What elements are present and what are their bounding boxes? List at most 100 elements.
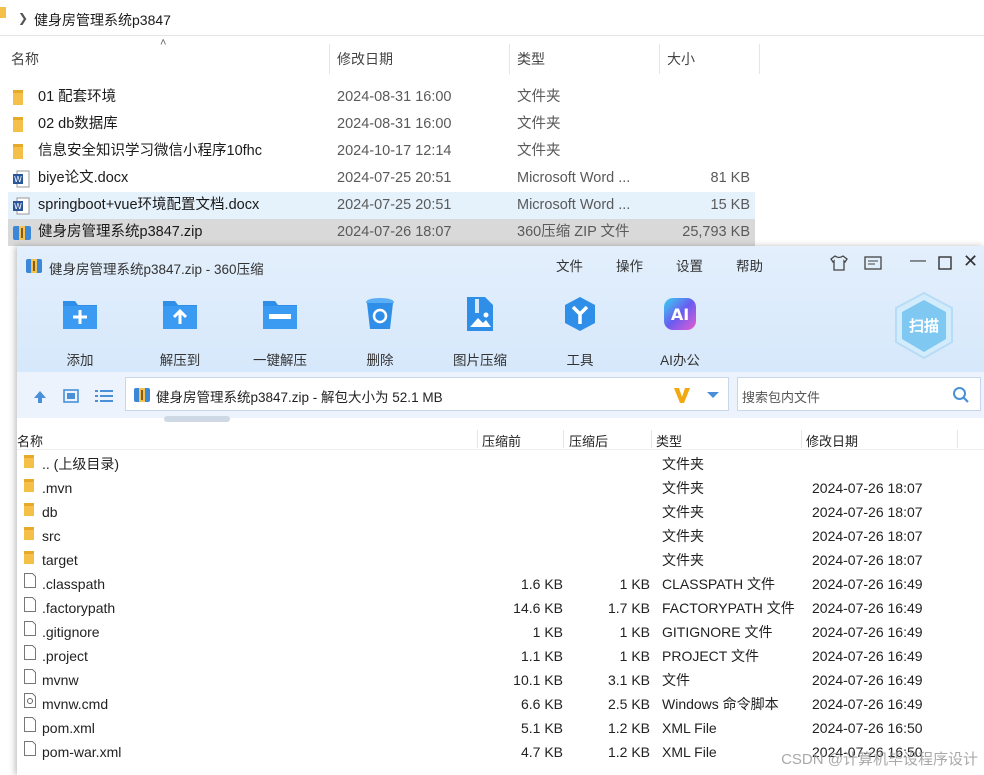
folder-icon (23, 476, 35, 500)
column-divider[interactable] (477, 430, 478, 448)
zip-column-date[interactable]: 修改日期 (806, 431, 858, 450)
skin-icon[interactable] (829, 254, 849, 272)
chevron-right-icon[interactable]: ❯ (18, 11, 28, 25)
column-divider[interactable] (659, 44, 660, 74)
column-type[interactable]: 类型 (517, 36, 545, 74)
explorer-row[interactable]: 01 配套环境 2024-08-31 16:00 文件夹 (8, 84, 755, 111)
maximize-icon[interactable] (938, 256, 952, 270)
entry-size-before: 1.6 KB (520, 576, 563, 592)
add-button[interactable]: 添加 (40, 294, 120, 369)
tools-button[interactable]: 工具 (540, 294, 620, 369)
menu-settings[interactable]: 设置 (676, 255, 703, 275)
explorer-row[interactable]: 02 db数据库 2024-08-31 16:00 文件夹 (8, 111, 755, 138)
zip-column-after[interactable]: 压缩后 (569, 431, 608, 450)
zip-row[interactable]: db 文件夹 2024-07-26 18:07 (17, 500, 984, 524)
file-date: 2024-10-17 12:14 (337, 143, 452, 159)
thumbnail-view-icon[interactable] (63, 389, 79, 403)
zip-row[interactable]: .. (上级目录) 文件夹 (17, 452, 984, 476)
column-divider[interactable] (759, 44, 760, 74)
svg-text:W: W (14, 202, 22, 211)
zip-column-header: 名称 压缩前 压缩后 类型 修改日期 (17, 428, 984, 450)
column-name[interactable]: 名称 (11, 36, 39, 74)
zip-row[interactable]: .factorypath 14.6 KB 1.7 KB FACTORYPATH 文件 2… (17, 596, 984, 620)
entry-date: 2024-07-26 16:49 (812, 600, 923, 616)
entry-date: 2024-07-26 18:07 (812, 528, 923, 544)
zip-row[interactable]: mvnw.cmd 6.6 KB 2.5 KB Windows 命令脚本 2024-07-… (17, 692, 984, 716)
column-date[interactable]: 修改日期 (337, 36, 393, 74)
zip-address-field[interactable]: 健身房管理系统p3847.zip - 解包大小为 52.1 MB (125, 377, 729, 411)
explorer-row[interactable]: Wbiye论文.docx 2024-07-25 20:51 Microsoft Wo… (8, 165, 755, 192)
entry-size-after: 2.5 KB (607, 696, 650, 712)
zip-column-name[interactable]: 名称 (17, 431, 43, 450)
zip-search-input[interactable]: 搜索包内文件 (737, 377, 981, 411)
one-click-extract-button[interactable]: 一键解压 (240, 294, 320, 369)
folder-icon (23, 452, 35, 476)
file-size: 25,793 KB (682, 224, 750, 240)
chevron-down-icon[interactable] (706, 391, 720, 399)
entry-size-after: 1 KB (619, 624, 650, 640)
explorer-address-bar[interactable]: ❯ 健身房管理系统p3847 (0, 0, 984, 36)
column-divider[interactable] (801, 430, 802, 448)
zip-row[interactable]: .gitignore 1 KB 1 KB GITIGNORE 文件 2024-07-26… (17, 620, 984, 644)
column-divider[interactable] (563, 430, 564, 448)
menu-operate[interactable]: 操作 (616, 255, 643, 275)
entry-size-after: 1 KB (619, 576, 650, 592)
explorer-row[interactable]: Wspringboot+vue环境配置文档.docx 2024-07-25 20:… (8, 192, 755, 219)
explorer-column-header: ˄ 名称 修改日期 类型 大小 (0, 36, 984, 74)
search-icon[interactable] (952, 386, 970, 404)
zip-row[interactable]: .project 1.1 KB 1 KB PROJECT 文件 2024-07-26 1… (17, 644, 984, 668)
column-size[interactable]: 大小 (667, 36, 695, 74)
watermark: CSDN @计算机毕设程序设计 (781, 751, 978, 768)
file-icon (23, 596, 37, 620)
entry-size-after: 3.1 KB (607, 672, 650, 688)
file-name: 01 配套环境 (38, 89, 117, 105)
image-compress-button[interactable]: 图片压缩 (440, 294, 520, 369)
file-icon (23, 620, 37, 644)
horizontal-scrollbar-thumb[interactable] (164, 416, 230, 422)
zip-row[interactable]: src 文件夹 2024-07-26 18:07 (17, 524, 984, 548)
entry-name: .. (上级目录) (42, 456, 119, 472)
explorer-row[interactable]: 健身房管理系统p3847.zip 2024-07-26 18:07 360压缩 ZI… (8, 219, 755, 246)
entry-date: 2024-07-26 16:49 (812, 696, 923, 712)
zip-row[interactable]: .classpath 1.6 KB 1 KB CLASSPATH 文件 2024-07-… (17, 572, 984, 596)
entry-type: 文件 (662, 672, 690, 688)
message-icon[interactable] (863, 255, 883, 271)
file-icon (23, 572, 37, 596)
menu-file[interactable]: 文件 (556, 255, 583, 275)
close-icon[interactable]: ✕ (963, 251, 978, 272)
column-divider[interactable] (509, 44, 510, 74)
entry-size-before: 1 KB (532, 624, 563, 640)
column-divider[interactable] (651, 430, 652, 448)
menu-help[interactable]: 帮助 (736, 255, 763, 275)
zip-column-type[interactable]: 类型 (656, 431, 682, 450)
folder-icon (23, 548, 35, 572)
zip-row[interactable]: mvnw 10.1 KB 3.1 KB 文件 2024-07-26 16:49 (17, 668, 984, 692)
file-date: 2024-07-25 20:51 (337, 170, 452, 186)
zip-row[interactable]: .mvn 文件夹 2024-07-26 18:07 (17, 476, 984, 500)
up-arrow-icon[interactable] (32, 389, 48, 405)
entry-type: GITIGNORE 文件 (662, 624, 773, 640)
v-logo-icon[interactable] (672, 385, 692, 405)
entry-type: 文件夹 (662, 456, 704, 472)
zip-row[interactable]: target 文件夹 2024-07-26 18:07 (17, 548, 984, 572)
minimize-icon[interactable]: — (910, 252, 926, 270)
entry-name: .factorypath (42, 600, 116, 616)
entry-name: target (42, 552, 78, 568)
entry-date: 2024-07-26 18:07 (812, 480, 923, 496)
column-divider[interactable] (957, 430, 958, 448)
file-type: Microsoft Word ... (517, 197, 631, 213)
entry-name: pom.xml (42, 720, 95, 736)
zip-column-before[interactable]: 压缩前 (482, 431, 521, 450)
file-icon (23, 668, 37, 692)
entry-size-after: 1.2 KB (607, 744, 650, 760)
scan-button[interactable]: 扫描 (892, 291, 956, 361)
delete-button[interactable]: 删除 (340, 294, 420, 369)
explorer-row[interactable]: 信息安全知识学习微信小程序10fhc 2024-10-17 12:14 文件夹 (8, 138, 755, 165)
column-divider[interactable] (329, 44, 330, 74)
zip-toolbar-area: 健身房管理系统p3847.zip - 360压缩 文件 操作 设置 帮助 — ✕… (17, 246, 984, 372)
file-name: springboot+vue环境配置文档.docx (38, 197, 260, 213)
ai-office-button[interactable]: AI AI办公 (640, 294, 720, 369)
zip-row[interactable]: pom.xml 5.1 KB 1.2 KB XML File 2024-07-26 16… (17, 716, 984, 740)
extract-to-button[interactable]: 解压到 (140, 294, 220, 369)
list-view-icon[interactable] (95, 389, 113, 403)
